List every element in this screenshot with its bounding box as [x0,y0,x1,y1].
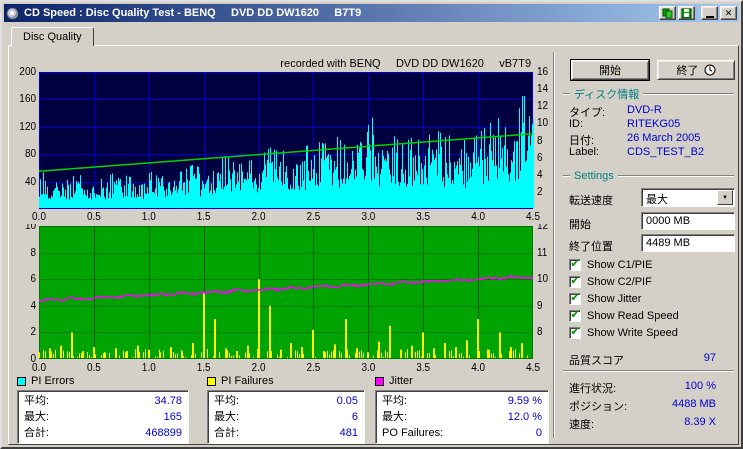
titlebar[interactable]: CD Speed : Disc Quality Test - BENQ DVD … [4,4,739,22]
transfer-speed-select[interactable]: 最大 ▼ [641,188,735,207]
end-position-input[interactable]: 4489 MB [641,234,735,252]
stat-label: 最大: [382,411,408,423]
stat-label: PO Failures: [382,427,444,439]
pi-failures-swatch-icon [207,376,216,386]
legend-jitter: Jitter 平均: 9.59 % 最大: 12.0 % PO Failures: 0 [375,374,549,444]
quality-score-row: 品質スコア 97 [569,352,716,367]
stat-label: 合計: [24,427,50,439]
legend-values-box: 平均: 34.78 最大: 165 合計: 468899 [17,390,189,444]
checkbox-label: Show C1/PIE [587,259,653,271]
stat-value: 0 [535,427,542,439]
sidebar: 開始 終了 ディスク情報 タイプ:DVD-R ID:RITEKG05 日付: [559,54,738,440]
minimize-button[interactable] [701,6,718,20]
app-icon[interactable] [6,6,19,20]
disc-label-row: Label: CDS_TEST_B2 [569,146,705,158]
disc-date-row: 日付: 26 March 2005 [569,132,701,147]
legend-title: PI Failures [221,375,274,387]
stat-label: 最大: [214,411,240,423]
chart-copy-icon [662,8,673,18]
disk-save-icon [681,8,692,18]
speed-value: 8.39 X [684,416,716,428]
pi-errors-swatch-icon [17,376,26,386]
tab-disc-quality[interactable]: Disc Quality [11,27,94,46]
stat-value: 0.05 [336,395,358,407]
checkbox-box[interactable]: ✔ [569,276,581,288]
stat-label: 平均: [24,395,50,407]
save-chart-button[interactable] [678,6,695,20]
stat-value: 165 [163,411,182,423]
position-value: 4488 MB [671,398,716,410]
position-row: ポジション: 4488 MB [569,398,716,413]
checkbox-label: Show Jitter [587,293,642,305]
jitter-swatch-icon [375,376,384,386]
checkmark-icon: ✔ [570,326,580,338]
checkbox-label: Show Read Speed [587,310,679,322]
checkbox-box[interactable]: ✔ [569,293,581,305]
checkmark-icon: ✔ [570,292,580,304]
legend-pi-failures: PI Failures 平均: 0.05 最大: 6 合計: 481 [207,374,365,444]
status-divider [563,370,734,372]
stat-value: 6 [351,411,358,423]
checkmark-icon: ✔ [570,309,580,321]
close-icon: ✕ [724,7,733,18]
stat-label: 平均: [382,395,408,407]
stat-value: 481 [339,427,358,439]
legend-values-box: 平均: 0.05 最大: 6 合計: 481 [207,390,365,444]
stat-label: 合計: [214,427,240,439]
disc-type-row: タイプ: DVD-R [569,104,662,119]
app-window: CD Speed : Disc Quality Test - BENQ DVD … [0,0,743,449]
checkbox-label: Show Write Speed [587,327,678,339]
checkbox-show-read-speed[interactable]: ✔ Show Read Speed [569,309,679,323]
start-button-label: 開始 [599,65,621,77]
copy-chart-button[interactable] [659,6,676,20]
progress-row: 進行状況: 100 % [569,380,716,395]
start-button[interactable]: 開始 [571,60,649,80]
minimize-icon [705,15,714,18]
legend-title: PI Errors [31,375,75,387]
checkmark-icon: ✔ [570,258,580,270]
start-position-input[interactable]: 0000 MB [641,212,735,230]
checkbox-show-c1-pie[interactable]: ✔ Show C1/PIE [569,258,652,272]
settings-caption: Settings [563,170,734,182]
stat-value: 12.0 % [507,411,542,423]
disc-info-caption: ディスク情報 [563,88,734,101]
legend-pi-errors: PI Errors 平均: 34.78 最大: 165 合計: 468899 [17,374,189,444]
close-button[interactable]: ✕ [720,6,737,20]
clock-icon [704,64,715,76]
checkbox-box[interactable]: ✔ [569,327,581,339]
sidebar-divider [553,52,555,438]
checkbox-show-write-speed[interactable]: ✔ Show Write Speed [569,326,678,340]
pif-jitter-chart [9,224,557,376]
checkbox-box[interactable]: ✔ [569,310,581,322]
pi-errors-chart [9,56,557,228]
checkbox-label: Show C2/PIF [587,276,652,288]
checkmark-icon: ✔ [570,275,580,287]
tab-label: Disc Quality [23,31,82,43]
chevron-down-icon[interactable]: ▼ [717,190,733,205]
checkbox-show-jitter[interactable]: ✔ Show Jitter [569,292,641,306]
legend-title: Jitter [389,375,413,387]
legend-values-box: 平均: 9.59 % 最大: 12.0 % PO Failures: 0 [375,390,549,444]
checkbox-show-c2-pif[interactable]: ✔ Show C2/PIF [569,275,652,289]
disc-id-row: ID: RITEKG05 [569,118,681,130]
disc-quality-panel: PI Errors 平均: 34.78 最大: 165 合計: 468899 PI F… [8,45,739,445]
quality-score-value: 97 [703,352,716,364]
stat-value: 468899 [145,427,182,439]
checkbox-box[interactable]: ✔ [569,259,581,271]
transfer-speed-value: 最大 [646,194,668,206]
exit-button[interactable]: 終了 [657,60,735,80]
stat-label: 平均: [214,395,240,407]
stat-value: 9.59 % [507,395,542,407]
progress-value: 100 % [684,380,716,392]
exit-button-label: 終了 [676,65,699,77]
stat-value: 34.78 [154,395,182,407]
window-title: CD Speed : Disc Quality Test - BENQ DVD … [24,7,362,19]
speed-row: 速度: 8.39 X [569,416,716,431]
stat-label: 最大: [24,411,50,423]
